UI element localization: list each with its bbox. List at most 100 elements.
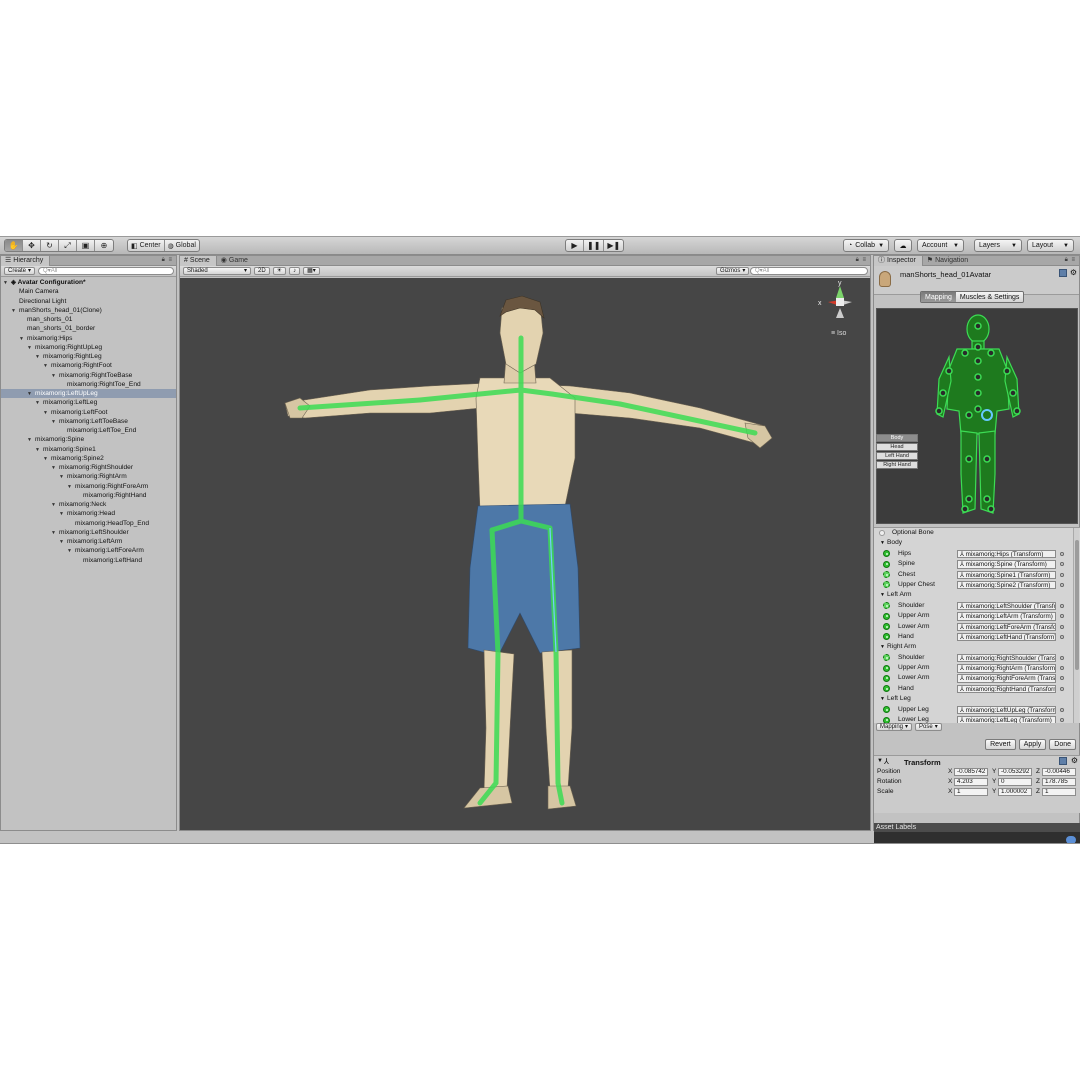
- mapping-dropdown[interactable]: Mapping ▾: [876, 723, 913, 731]
- lighting-toggle-icon[interactable]: ☀: [272, 267, 287, 275]
- bone-transform-field[interactable]: ⅄ mixamorig:RightHand (Transform): [957, 684, 1056, 694]
- hierarchy-item[interactable]: ▼ mixamorig:Spine: [1, 435, 176, 444]
- hierarchy-item[interactable]: ▼ mixamorig:RightLeg: [1, 352, 176, 361]
- create-dropdown[interactable]: Create ▾: [4, 267, 36, 275]
- mode-2d-toggle[interactable]: 2D: [254, 267, 270, 275]
- position-y-field[interactable]: -0.053292: [998, 767, 1032, 776]
- hierarchy-item[interactable]: ▼ mixamorig:Hips: [1, 334, 176, 343]
- tab-scene[interactable]: # Scene: [180, 256, 217, 266]
- bone-transform-field[interactable]: ⅄ mixamorig:LeftUpLeg (Transform): [957, 705, 1056, 715]
- bone-group-header[interactable]: ▼ Body: [874, 538, 1080, 548]
- bone-transform-field[interactable]: ⅄ mixamorig:RightShoulder (Transform): [957, 653, 1056, 663]
- collab-dropdown[interactable]: ◔ Collab ▼: [843, 239, 889, 252]
- rect-tool-icon[interactable]: ▣: [77, 240, 95, 251]
- hierarchy-item[interactable]: Main Camera: [1, 287, 176, 296]
- panel-menu-icon[interactable]: 🔒︎ ≡: [1065, 257, 1076, 264]
- tab-inspector[interactable]: ⓘ Inspector: [874, 256, 923, 266]
- panel-menu-icon[interactable]: 🔒︎ ≡: [856, 257, 867, 264]
- muscles-settings-button[interactable]: Muscles & Settings: [955, 292, 1024, 302]
- object-picker-icon[interactable]: [1060, 582, 1064, 587]
- foldout-arrow-icon[interactable]: ▼: [880, 694, 887, 704]
- bone-transform-field[interactable]: ⅄ mixamorig:LeftLeg (Transform): [957, 716, 1056, 723]
- bone-group-header[interactable]: ▼ Left Arm: [874, 590, 1080, 600]
- position-z-field[interactable]: -0.00446: [1042, 767, 1076, 776]
- tab-navigation[interactable]: ⚑ Navigation: [923, 256, 974, 266]
- play-button-icon[interactable]: ▶: [566, 240, 584, 251]
- hierarchy-item[interactable]: ▼ mixamorig:RightShoulder: [1, 463, 176, 472]
- asset-labels-header[interactable]: Asset Labels: [874, 823, 1080, 832]
- bone-transform-field[interactable]: ⅄ mixamorig:LeftShoulder (Transform): [957, 601, 1056, 611]
- hierarchy-item[interactable]: ▼ mixamorig:LeftFoot: [1, 408, 176, 417]
- object-picker-icon[interactable]: [1060, 676, 1064, 681]
- object-picker-icon[interactable]: [1060, 718, 1064, 723]
- hierarchy-item[interactable]: mixamorig:HeadTop_End: [1, 519, 176, 528]
- bone-group-header[interactable]: ▼ Right Arm: [874, 642, 1080, 652]
- scrollbar-thumb[interactable]: [1075, 540, 1079, 670]
- hierarchy-item[interactable]: ▼ mixamorig:Spine2: [1, 454, 176, 463]
- hierarchy-item[interactable]: mixamorig:RightToe_End: [1, 380, 176, 389]
- bone-transform-field[interactable]: ⅄ mixamorig:Spine (Transform): [957, 560, 1056, 569]
- character-model[interactable]: x y ≡ Iso: [180, 278, 870, 830]
- shading-dropdown[interactable]: Shaded ▾: [183, 267, 251, 275]
- scale-y-field[interactable]: 1.000002: [998, 787, 1032, 796]
- object-picker-icon[interactable]: [1060, 686, 1064, 691]
- tag-icon[interactable]: [1066, 836, 1076, 843]
- cloud-button[interactable]: ☁: [894, 239, 912, 252]
- help-book-icon[interactable]: [1059, 269, 1067, 277]
- hierarchy-item[interactable]: ▼ mixamorig:Spine1: [1, 445, 176, 454]
- mapping-mode-button[interactable]: Mapping: [921, 292, 956, 302]
- revert-button[interactable]: Revert: [985, 739, 1016, 750]
- object-picker-icon[interactable]: [1060, 603, 1064, 608]
- hierarchy-item[interactable]: ▼ mixamorig:RightArm: [1, 472, 176, 481]
- bone-transform-field[interactable]: ⅄ mixamorig:RightArm (Transform): [957, 664, 1056, 673]
- transform-tool-icon[interactable]: ⊕: [95, 240, 113, 251]
- hierarchy-item[interactable]: ▼ ◈ Avatar Configuration*: [1, 278, 176, 287]
- audio-toggle-icon[interactable]: ♪: [289, 267, 301, 275]
- tab-game[interactable]: ◉ Game: [217, 256, 254, 266]
- orientation-gizmo[interactable]: x y ≡ Iso: [818, 280, 852, 337]
- pose-dropdown[interactable]: Pose ▾: [915, 723, 942, 731]
- bone-list-scrollbar[interactable]: [1073, 528, 1079, 723]
- scene-search-input[interactable]: Q▾All: [750, 267, 868, 275]
- scale-z-field[interactable]: 1: [1042, 787, 1076, 796]
- layout-dropdown[interactable]: Layout ▼: [1027, 239, 1074, 252]
- rotation-z-field[interactable]: 178.785: [1042, 777, 1076, 786]
- gizmos-dropdown[interactable]: Gizmos ▾: [716, 267, 750, 275]
- help-book-icon[interactable]: [1059, 757, 1067, 765]
- bone-group-header[interactable]: ▼ Left Leg: [874, 694, 1080, 704]
- hierarchy-item[interactable]: ▼ mixamorig:RightToeBase: [1, 371, 176, 380]
- hierarchy-item[interactable]: ▼ mixamorig:RightForeArm: [1, 482, 176, 491]
- hierarchy-item[interactable]: mixamorig:RightHand: [1, 491, 176, 500]
- body-part-button[interactable]: Right Hand: [876, 461, 918, 469]
- hierarchy-item[interactable]: ▼ mixamorig:Head: [1, 509, 176, 518]
- object-picker-icon[interactable]: [1060, 614, 1064, 619]
- object-picker-icon[interactable]: [1060, 707, 1064, 712]
- object-picker-icon[interactable]: [1060, 624, 1064, 629]
- bone-transform-field[interactable]: ⅄ mixamorig:Spine2 (Transform): [957, 580, 1056, 590]
- bone-transform-field[interactable]: ⅄ mixamorig:LeftHand (Transform): [957, 632, 1056, 642]
- position-x-field[interactable]: -0.085742: [954, 767, 988, 776]
- foldout-arrow-icon[interactable]: ▼: [880, 538, 887, 548]
- account-dropdown[interactable]: Account ▼: [917, 239, 964, 252]
- panel-menu-icon[interactable]: 🔒︎ ≡: [162, 257, 173, 264]
- bone-transform-field[interactable]: ⅄ mixamorig:RightForeArm (Transform): [957, 674, 1056, 683]
- hierarchy-item[interactable]: ▼ mixamorig:LeftArm: [1, 537, 176, 546]
- scale-x-field[interactable]: 1: [954, 787, 988, 796]
- step-button-icon[interactable]: ▶❚: [604, 240, 623, 251]
- object-picker-icon[interactable]: [1060, 572, 1064, 577]
- object-picker-icon[interactable]: [1060, 634, 1064, 639]
- pivot-center-button[interactable]: ◧ Center: [128, 240, 165, 251]
- hierarchy-search-input[interactable]: Q▾All: [38, 267, 175, 275]
- foldout-arrow-icon[interactable]: ▼: [877, 758, 883, 764]
- hierarchy-item[interactable]: ▼ manShorts_head_01(Clone): [1, 306, 176, 315]
- move-tool-icon[interactable]: ✥: [23, 240, 41, 251]
- foldout-arrow-icon[interactable]: ▼: [880, 642, 887, 652]
- rotate-tool-icon[interactable]: ↻: [41, 240, 59, 251]
- object-picker-icon[interactable]: [1060, 562, 1064, 567]
- layers-dropdown[interactable]: Layers ▼: [974, 239, 1022, 252]
- foldout-arrow-icon[interactable]: ▼: [880, 590, 887, 600]
- bone-transform-field[interactable]: ⅄ mixamorig:LeftForeArm (Transform): [957, 622, 1056, 632]
- hierarchy-item[interactable]: mixamorig:LeftToe_End: [1, 426, 176, 435]
- hierarchy-item[interactable]: ▼ mixamorig:RightFoot: [1, 361, 176, 370]
- body-part-button[interactable]: Left Hand: [876, 452, 918, 460]
